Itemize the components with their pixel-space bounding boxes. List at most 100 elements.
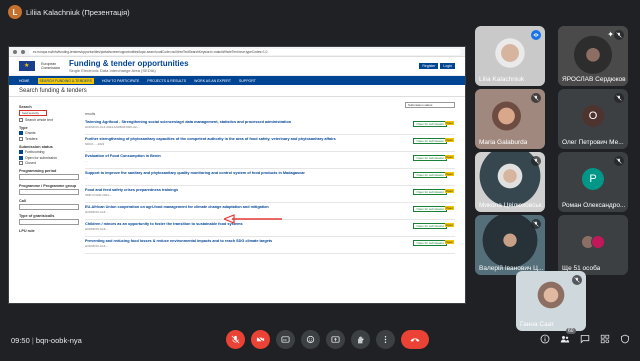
participant-tile[interactable]: Р Роман Олександро...: [558, 152, 628, 212]
participant-tile[interactable]: Ганна Саат: [516, 271, 586, 331]
state-badge: Open: [444, 206, 454, 210]
camera-off-icon: [256, 335, 265, 344]
participant-tile[interactable]: Ще 51 особа: [558, 215, 628, 275]
red-annotation-arrow: [224, 214, 282, 224]
result-item: Preventing and reducing food losses & re…: [85, 237, 455, 254]
reactions-button[interactable]: [301, 330, 320, 349]
filter-type-of-action-label: Type of grants/calls: [19, 214, 55, 218]
info-icon[interactable]: [540, 334, 550, 344]
participant-name: Олег Петрович Ме...: [562, 139, 624, 146]
filter-type-of-action-input: [19, 219, 79, 225]
more-options-button[interactable]: [376, 330, 395, 349]
state-badge: Open: [444, 121, 454, 125]
filter-status-closed: Closed: [19, 161, 79, 165]
filter-type-tenders: Tenders: [19, 136, 79, 141]
mic-muted-icon: [614, 30, 624, 40]
result-item: Evaluation of Food Consumption in Benin.…: [85, 152, 455, 169]
mic-muted-icon: [531, 219, 541, 229]
result-meta: HORIZON-CL6-2024-FARM2FORK-02-...: [85, 125, 141, 129]
result-title: Further strengthening of phytosanitary c…: [85, 137, 336, 141]
activities-icon[interactable]: [600, 334, 610, 344]
filter-status-forthcoming: Forthcoming: [19, 150, 79, 154]
avatar-stack: [578, 231, 608, 253]
result-item: Support to improve the sanitary and phyt…: [85, 169, 455, 186]
result-title: Children / minors as an opportunity to f…: [85, 222, 243, 226]
participant-tile[interactable]: О Олег Петрович Ме...: [558, 89, 628, 149]
portal-subtitle: Single Electronic Data Interchange Area …: [69, 68, 156, 73]
svg-text:CC: CC: [283, 338, 287, 342]
result-title: Evaluation of Food Consumption in Benin: [85, 154, 161, 158]
pin-icon[interactable]: ✦: [607, 30, 614, 39]
result-title: Food and feed safety crises preparedness…: [85, 188, 179, 192]
participant-count-badge: 60: [566, 328, 576, 334]
participant-tile[interactable]: Lilia Kalachniuk: [475, 26, 545, 86]
mic-muted-icon: [614, 93, 624, 103]
results-list: Twinning Agrifood - Strengthening social…: [85, 118, 455, 254]
chat-icon[interactable]: [580, 334, 590, 344]
sort-select: Submission status: [405, 102, 455, 108]
filter-lpu-label: LPU rule: [19, 229, 35, 233]
result-title: Preventing and reducing food losses & re…: [85, 239, 273, 243]
nav-how-to-participate: HOW TO PARTICIPATE: [101, 78, 140, 83]
emoji-icon: [306, 335, 315, 344]
status-badge: Open for submission: [413, 240, 447, 246]
captions-icon: CC: [281, 336, 290, 343]
meeting-code: bqn-oobk-nya: [35, 336, 82, 345]
filter-call-input: [19, 204, 79, 210]
browser-address-bar: ec.europa.eu/info/funding-tenders/opport…: [9, 47, 465, 57]
participant-tile[interactable]: ✦ ЯРОСЛАВ Сердюков: [558, 26, 628, 86]
filter-search-input: food security: [19, 110, 47, 116]
state-badge: Open: [444, 138, 454, 142]
result-item: Further strengthening of phytosanitary c…: [85, 135, 455, 152]
back-icon: [13, 49, 17, 54]
raise-hand-button[interactable]: [351, 330, 370, 349]
status-badge: Open for submission: [413, 138, 447, 144]
captions-button[interactable]: CC: [276, 330, 295, 349]
state-badge: Open: [444, 189, 454, 193]
result-meta: HORIZON-CL6-...: [85, 227, 109, 231]
filter-programme-label: Programme / Programme group: [19, 184, 77, 188]
result-meta: ...: [85, 176, 88, 180]
result-title: Twinning Agrifood - Strengthening social…: [85, 120, 292, 124]
camera-toggle-button[interactable]: [251, 330, 270, 349]
people-icon[interactable]: [560, 334, 570, 344]
url-field: ec.europa.eu/info/funding-tenders/opport…: [29, 48, 461, 55]
filter-status-open: Open for submission: [19, 155, 79, 160]
clock: 09:50: [11, 336, 30, 345]
status-badge: Open for submission: [413, 206, 447, 212]
status-badge: Open for submission: [413, 223, 447, 229]
ec-text: European Commission: [41, 62, 61, 70]
shared-screen: ec.europa.eu/info/funding-tenders/opport…: [8, 46, 466, 304]
mic-muted-icon: [572, 275, 582, 285]
participant-name: Микола Цвілюховськ...: [479, 202, 543, 209]
present-button[interactable]: [326, 330, 345, 349]
nav-work-as-expert: WORK AS AN EXPERT: [194, 78, 232, 83]
leave-call-button[interactable]: [401, 330, 429, 349]
forward-icon: [21, 49, 25, 54]
state-badge: Open: [444, 172, 454, 176]
participant-name: ЯРОСЛАВ Сердюков: [562, 76, 626, 83]
present-screen-icon: [331, 336, 340, 343]
filter-type-label: Type: [19, 125, 28, 130]
hang-up-icon: [410, 338, 420, 342]
results-toolbar: Submission status: [85, 101, 455, 109]
call-controls: CC: [226, 330, 429, 349]
register-button: Register: [419, 63, 439, 69]
result-meta: HORIZON-CL6-...: [85, 244, 109, 248]
participant-tile[interactable]: Maria Galaburda: [475, 89, 545, 149]
state-badge: Open: [444, 223, 454, 227]
participant-tile[interactable]: Микола Цвілюховськ...: [475, 152, 545, 212]
status-badge: Open for submission: [413, 121, 447, 127]
eu-flag-logo: [19, 61, 35, 71]
participant-name: Роман Олександро...: [562, 202, 626, 209]
result-meta: NDICI-...-2023: [85, 142, 105, 146]
mic-toggle-button[interactable]: [226, 330, 245, 349]
mic-off-icon: [231, 335, 240, 344]
status-badge: Open for submission: [413, 155, 447, 161]
participant-name: Ганна Саат: [520, 321, 555, 328]
host-controls-icon[interactable]: [620, 334, 630, 344]
filter-search-label: Search: [19, 105, 32, 109]
mic-muted-icon: [614, 156, 624, 166]
login-button: Login: [440, 63, 455, 69]
participant-tile[interactable]: Валерій Іванович Ц...: [475, 215, 545, 275]
